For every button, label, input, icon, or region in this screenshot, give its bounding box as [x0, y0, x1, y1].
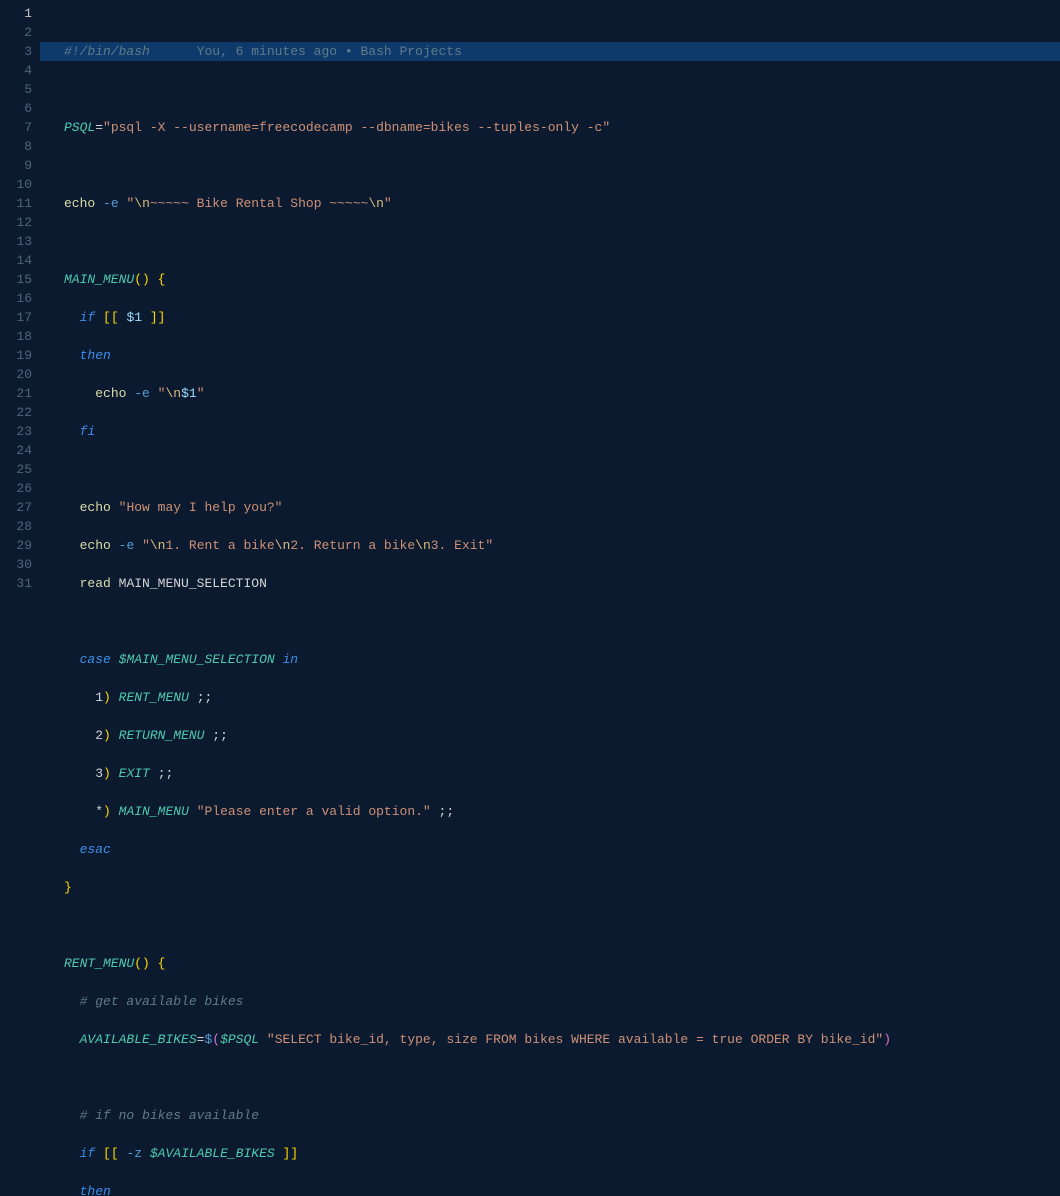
- code-line[interactable]: # get available bikes: [52, 992, 1060, 1011]
- line-number: 19: [0, 346, 32, 365]
- line-number: 7: [0, 118, 32, 137]
- line-number: 12: [0, 213, 32, 232]
- line-number: 4: [0, 61, 32, 80]
- code-line[interactable]: [52, 156, 1060, 175]
- line-number: 1: [0, 4, 32, 23]
- line-number: 17: [0, 308, 32, 327]
- line-number: 15: [0, 270, 32, 289]
- line-number: 31: [0, 574, 32, 593]
- line-number: 13: [0, 232, 32, 251]
- code-line[interactable]: fi: [52, 422, 1060, 441]
- code-line[interactable]: [52, 916, 1060, 935]
- line-number: 5: [0, 80, 32, 99]
- code-line[interactable]: *) MAIN_MENU "Please enter a valid optio…: [52, 802, 1060, 821]
- codelens-annotation: You, 6 minutes ago • Bash Projects: [150, 44, 462, 59]
- code-line[interactable]: 1) RENT_MENU ;;: [52, 688, 1060, 707]
- line-number: 21: [0, 384, 32, 403]
- line-number: 11: [0, 194, 32, 213]
- code-line[interactable]: AVAILABLE_BIKES=$($PSQL "SELECT bike_id,…: [52, 1030, 1060, 1049]
- line-number: 25: [0, 460, 32, 479]
- line-number: 6: [0, 99, 32, 118]
- line-number: 27: [0, 498, 32, 517]
- line-number: 10: [0, 175, 32, 194]
- line-number: 30: [0, 555, 32, 574]
- code-line[interactable]: [52, 612, 1060, 631]
- code-line[interactable]: read MAIN_MENU_SELECTION: [52, 574, 1060, 593]
- line-number: 18: [0, 327, 32, 346]
- line-number: 29: [0, 536, 32, 555]
- code-line[interactable]: }: [52, 878, 1060, 897]
- line-number: 14: [0, 251, 32, 270]
- code-area[interactable]: #!/bin/bash You, 6 minutes ago • Bash Pr…: [52, 0, 1060, 598]
- code-line[interactable]: then: [52, 1182, 1060, 1196]
- code-line[interactable]: RENT_MENU() {: [52, 954, 1060, 973]
- code-line[interactable]: echo "How may I help you?": [52, 498, 1060, 517]
- code-line[interactable]: if [[ -z $AVAILABLE_BIKES ]]: [52, 1144, 1060, 1163]
- code-line[interactable]: 2) RETURN_MENU ;;: [52, 726, 1060, 745]
- line-number: 26: [0, 479, 32, 498]
- code-line[interactable]: 3) EXIT ;;: [52, 764, 1060, 783]
- line-number: 28: [0, 517, 32, 536]
- code-line[interactable]: #!/bin/bash You, 6 minutes ago • Bash Pr…: [40, 42, 1060, 61]
- shebang: #!/bin/bash: [64, 44, 150, 59]
- line-number: 24: [0, 441, 32, 460]
- line-number: 2: [0, 23, 32, 42]
- code-line[interactable]: if [[ $1 ]]: [52, 308, 1060, 327]
- line-number: 9: [0, 156, 32, 175]
- code-line[interactable]: echo -e "\n1. Rent a bike\n2. Return a b…: [52, 536, 1060, 555]
- code-line[interactable]: case $MAIN_MENU_SELECTION in: [52, 650, 1060, 669]
- code-line[interactable]: PSQL="psql -X --username=freecodecamp --…: [52, 118, 1060, 137]
- function-def: RENT_MENU: [64, 956, 134, 971]
- code-line[interactable]: [52, 80, 1060, 99]
- line-number: 20: [0, 365, 32, 384]
- code-editor[interactable]: 1234567891011121314151617181920212223242…: [0, 0, 1060, 598]
- line-number: 3: [0, 42, 32, 61]
- line-number: 16: [0, 289, 32, 308]
- code-line[interactable]: MAIN_MENU() {: [52, 270, 1060, 289]
- code-line[interactable]: esac: [52, 840, 1060, 859]
- code-line[interactable]: # if no bikes available: [52, 1106, 1060, 1125]
- line-number: 22: [0, 403, 32, 422]
- code-line[interactable]: [52, 460, 1060, 479]
- line-number: 23: [0, 422, 32, 441]
- function-def: MAIN_MENU: [64, 272, 134, 287]
- code-line[interactable]: [52, 1068, 1060, 1087]
- line-number-gutter: 1234567891011121314151617181920212223242…: [0, 0, 52, 598]
- code-line[interactable]: [52, 232, 1060, 251]
- code-line[interactable]: then: [52, 346, 1060, 365]
- code-line[interactable]: echo -e "\n$1": [52, 384, 1060, 403]
- code-line[interactable]: echo -e "\n~~~~~ Bike Rental Shop ~~~~~\…: [52, 194, 1060, 213]
- line-number: 8: [0, 137, 32, 156]
